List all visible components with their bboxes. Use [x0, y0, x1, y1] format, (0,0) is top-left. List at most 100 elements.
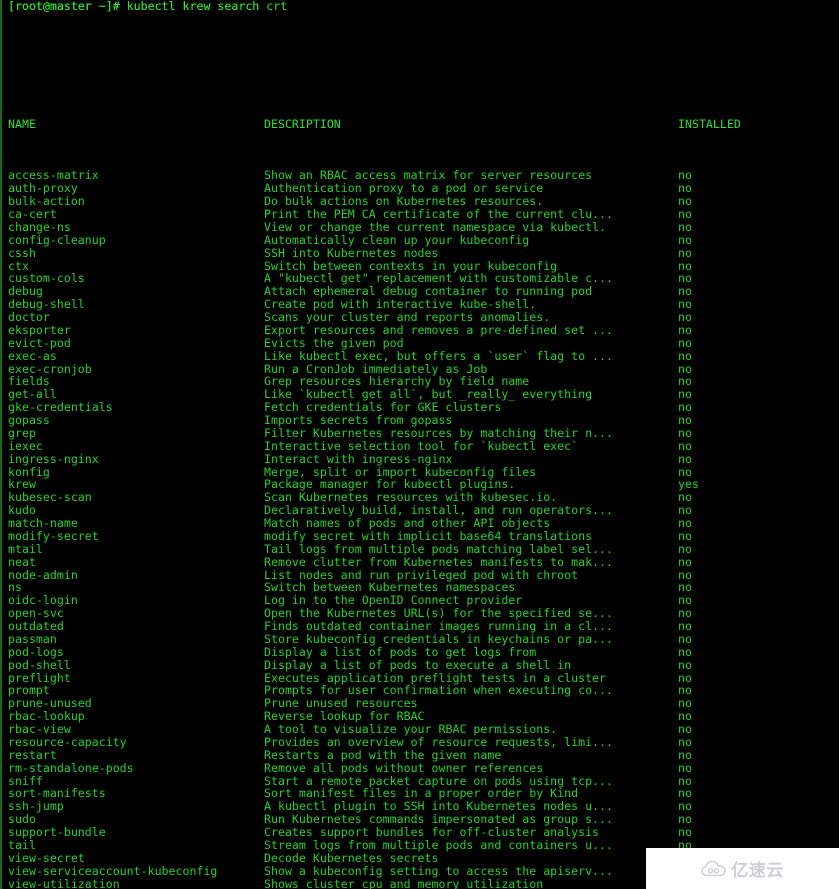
- plugin-installed-status: no: [678, 619, 692, 633]
- plugin-description: Restarts a pod with the given name: [264, 747, 502, 762]
- plugin-installed-status: no: [678, 528, 692, 543]
- plugin-description: Display a list of pods to execute a shel…: [264, 657, 572, 672]
- plugin-name: grep: [8, 425, 36, 440]
- table-row: restart Restarts a pod with the given nam…: [0, 748, 692, 762]
- plugin-name: rm-standalone-pods: [8, 760, 134, 775]
- plugin-name: pod-logs: [8, 644, 64, 659]
- plugin-installed-status: no: [678, 734, 692, 749]
- plugin-name: resource-capacity: [8, 734, 127, 749]
- plugin-installed-status: no: [678, 425, 692, 440]
- plugin-name: support-bundle: [8, 825, 106, 839]
- plugin-installed-status: no: [678, 825, 692, 839]
- plugin-name: tail: [8, 837, 36, 852]
- plugin-installed-status: no: [678, 631, 692, 646]
- table-row: neat Remove clutter from Kubernetes manif…: [0, 554, 692, 569]
- table-row: outdated Finds outdated container images …: [0, 620, 692, 633]
- table-row: view-secretDecode Kubernetes secretsno: [0, 851, 692, 865]
- table-row: modify-secret modify secret with implicit…: [0, 529, 692, 543]
- plugin-installed-status: no: [678, 760, 692, 775]
- plugin-name: gopass: [8, 413, 50, 427]
- plugin-name: config-cleanup: [8, 232, 106, 247]
- table-row: resource-capacity Provides an overview of…: [0, 735, 692, 749]
- table-row: gopass Imports secrets from gopass no: [0, 414, 692, 427]
- table1-body: access-matrix Show an RBAC access matrix …: [0, 169, 699, 889]
- table-row: ingress-nginx Interact with ingress-nginx…: [0, 452, 692, 466]
- plugin-description: A tool to visualize your RBAC permission…: [264, 722, 558, 736]
- terminal-screen: [root@master ~]# kubectl krew search NAM…: [0, 0, 741, 889]
- plugin-name: match-name: [8, 516, 78, 530]
- plugin-name: exec-as: [8, 348, 57, 363]
- plugin-name: view-secret: [8, 850, 85, 865]
- table-row: pod-shell Display a list of pods to execu…: [0, 658, 692, 672]
- plugin-name: ingress-nginx: [8, 451, 99, 466]
- plugin-description: Remove clutter from Kubernetes manifests…: [264, 554, 614, 569]
- plugin-installed-status: no: [678, 438, 692, 453]
- plugin-description: Display a list of pods to get logs from: [264, 644, 537, 659]
- cloud-icon: [701, 860, 727, 878]
- table-row: config-cleanup Automatically clean up you…: [0, 233, 692, 247]
- plugin-name: modify-secret: [8, 528, 99, 543]
- plugin-name: passman: [8, 631, 57, 646]
- plugin-installed-status: no: [678, 722, 692, 736]
- plugin-description: Interact with ingress-nginx: [264, 451, 453, 466]
- plugin-installed-status: no: [678, 348, 692, 363]
- plugin-name: iexec: [8, 438, 43, 453]
- plugin-description: Match names of pods and other API object…: [264, 516, 551, 530]
- plugin-name: restart: [8, 747, 57, 762]
- plugin-description: Remove all pods without owner references: [264, 760, 544, 775]
- plugin-installed-status: no: [678, 245, 692, 260]
- table-row: match-name Match names of pods and other …: [0, 517, 692, 530]
- plugin-description: Shows cluster cpu and memory utilization: [264, 876, 544, 889]
- plugin-installed-status: no: [678, 232, 692, 247]
- plugin-installed-status: no: [678, 747, 692, 762]
- plugin-description: Show a kubeconfig setting to access the …: [264, 863, 614, 878]
- trailing-prompt-text: [root@master ~]#: [8, 0, 127, 13]
- plugin-installed-status: no: [678, 451, 692, 466]
- plugin-installed-status: no: [678, 644, 692, 659]
- plugin-installed-status: no: [678, 219, 692, 234]
- plugin-name: ca-cert: [8, 207, 57, 221]
- table-row: rbac-view A tool to visualize your RBAC p…: [0, 723, 692, 736]
- plugin-name: neat: [8, 554, 36, 569]
- table-row: exec-as Like kubectl exec, but offers a `…: [0, 349, 692, 363]
- plugin-installed-status: no: [678, 516, 692, 530]
- plugin-description: Evicts the given pod: [264, 335, 404, 350]
- terminal-window[interactable]: [root@master ~]# kubectl krew search NAM…: [0, 0, 839, 889]
- plugin-name: mtail: [8, 541, 43, 556]
- plugin-installed-status: no: [678, 310, 692, 324]
- table-row: doctor Scans your cluster and reports ano…: [0, 311, 692, 324]
- table-row: rm-standalone-pods Remove all pods withou…: [0, 761, 692, 775]
- plugin-description: Imports secrets from gopass: [264, 413, 453, 427]
- plugin-description: Tail logs from multiple pods matching la…: [264, 541, 614, 556]
- table-row: evict-pod Evicts the given pod no: [0, 336, 692, 350]
- plugin-description: Export resources and removes a pre-defin…: [264, 322, 614, 337]
- watermark-text: 亿速云: [731, 861, 784, 881]
- plugin-installed-status: no: [678, 322, 692, 337]
- plugin-description: Finds outdated container images running …: [264, 619, 614, 633]
- plugin-description: Scans your cluster and reports anomalies…: [264, 310, 551, 324]
- plugin-installed-status: no: [678, 413, 692, 427]
- plugin-installed-status: no: [678, 207, 692, 221]
- plugin-description: Stream logs from multiple pods and conta…: [264, 837, 614, 852]
- plugin-name: outdated: [8, 619, 64, 633]
- table-row: iexec Interactive selection tool for `kub…: [0, 438, 692, 453]
- plugin-name: rbac-view: [8, 722, 71, 736]
- table-row: view-serviceaccount-kubeconfig Show a kub…: [0, 864, 692, 878]
- table-row: passman Store kubeconfig credentials in k…: [0, 632, 692, 646]
- command-line-1: [root@master ~]# kubectl krew search: [0, 0, 259, 67]
- plugin-description: SSH into Kubernetes nodes: [264, 245, 439, 260]
- table-row: view-utilization Shows cluster cpu and me…: [0, 877, 692, 889]
- plugin-name: evict-pod: [8, 335, 71, 350]
- watermark: 亿速云: [646, 848, 839, 889]
- plugin-description: Filter Kubernetes resources by matching …: [264, 425, 614, 440]
- plugin-name: view-utilization: [8, 876, 120, 889]
- plugin-description: modify secret with implicit base64 trans…: [264, 528, 593, 543]
- plugin-name: cssh: [8, 245, 36, 260]
- table-row: pod-logs Display a list of pods to get lo…: [0, 645, 692, 659]
- table-row: eksporter Export resources and removes a …: [0, 323, 692, 337]
- table-row: mtail Tail logs from multiple pods matchi…: [0, 541, 692, 556]
- table-row: grep Filter Kubernetes resources by match…: [0, 425, 692, 440]
- plugin-installed-status: no: [678, 541, 692, 556]
- table-row: ca-cert Print the PEM CA certificate of t…: [0, 208, 692, 221]
- table-row: tail Stream logs from multiple pods and c…: [0, 837, 692, 852]
